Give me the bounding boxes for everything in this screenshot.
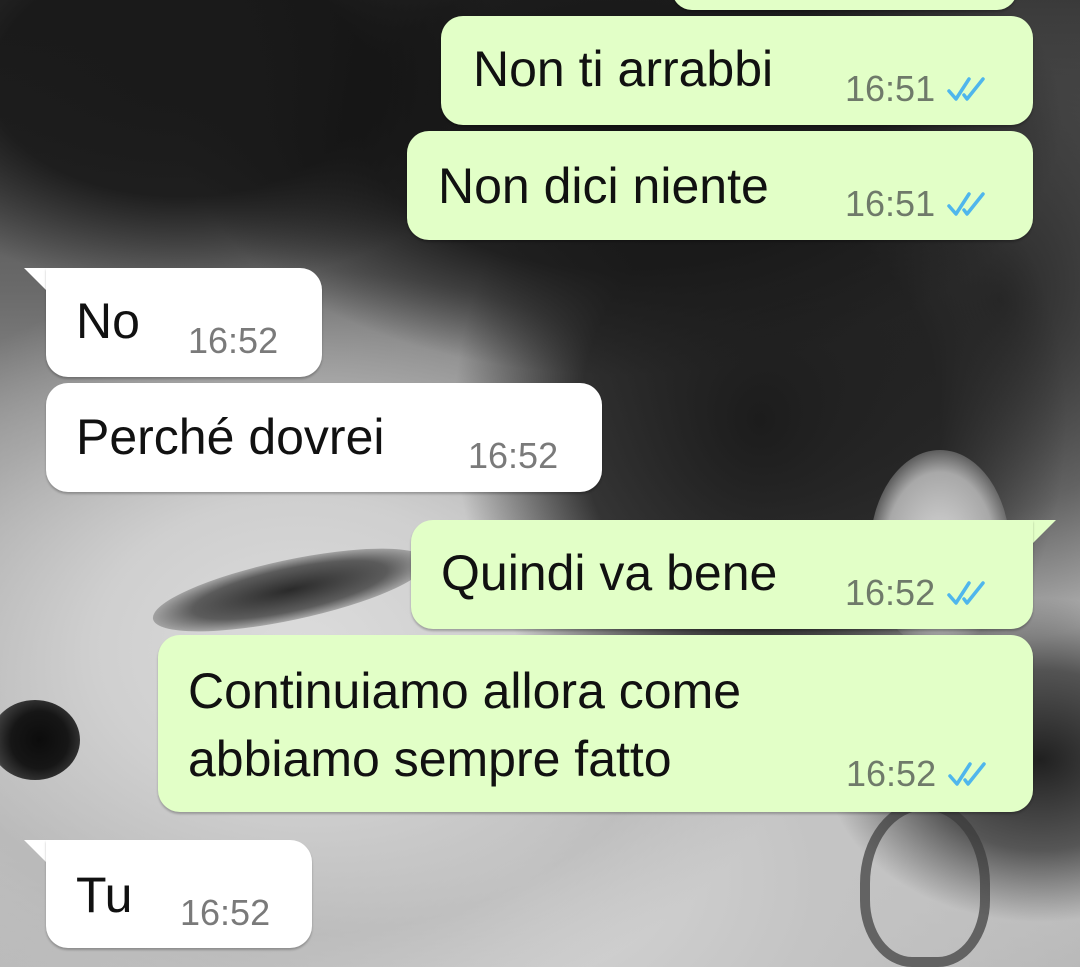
message-meta: 16:51 — [845, 183, 991, 225]
message-meta: 16:52 — [846, 753, 992, 795]
message-bubble-outgoing[interactable]: Quindi va bene 16:52 — [411, 520, 1033, 629]
message-text: Quindi va bene — [441, 545, 778, 601]
message-text: Continuiamo allora come abbiamo sempre f… — [188, 663, 742, 787]
message-text: Perché dovrei — [76, 409, 385, 465]
message-meta: 16:52 — [180, 892, 270, 934]
message-time: 16:52 — [468, 435, 559, 476]
message-meta: 16:51 — [845, 68, 991, 110]
message-bubble-incoming[interactable]: Tu 16:52 — [46, 840, 312, 948]
double-check-icon — [947, 581, 985, 605]
message-meta: 16:52 — [845, 572, 991, 614]
message-time: 16:52 — [846, 753, 937, 794]
message-list[interactable]: Non ti arrabbi 16:51 Non dici niente 16:… — [0, 0, 1080, 967]
message-time: 16:52 — [180, 892, 271, 933]
message-time: 16:51 — [845, 183, 936, 224]
message-time: 16:52 — [845, 572, 936, 613]
message-meta: 16:52 — [468, 435, 558, 477]
message-text: No — [76, 293, 140, 349]
message-time: 16:51 — [845, 68, 936, 109]
message-bubble-outgoing[interactable]: Non dici niente 16:51 — [407, 131, 1033, 240]
message-bubble-outgoing[interactable]: Non ti arrabbi 16:51 — [441, 16, 1033, 125]
message-bubble-outgoing[interactable]: Continuiamo allora come abbiamo sempre f… — [158, 635, 1033, 812]
message-bubble-partial[interactable] — [672, 0, 1017, 10]
message-text: Non dici niente — [438, 158, 769, 214]
double-check-icon — [948, 762, 986, 786]
message-bubble-incoming[interactable]: No 16:52 — [46, 268, 322, 377]
message-text: Non ti arrabbi — [473, 41, 774, 97]
double-check-icon — [947, 77, 985, 101]
message-bubble-incoming[interactable]: Perché dovrei 16:52 — [46, 383, 602, 492]
message-text: Tu — [76, 867, 133, 923]
bubble-tail — [1030, 520, 1056, 546]
message-time: 16:52 — [188, 320, 279, 361]
double-check-icon — [947, 192, 985, 216]
message-meta: 16:52 — [188, 320, 278, 362]
